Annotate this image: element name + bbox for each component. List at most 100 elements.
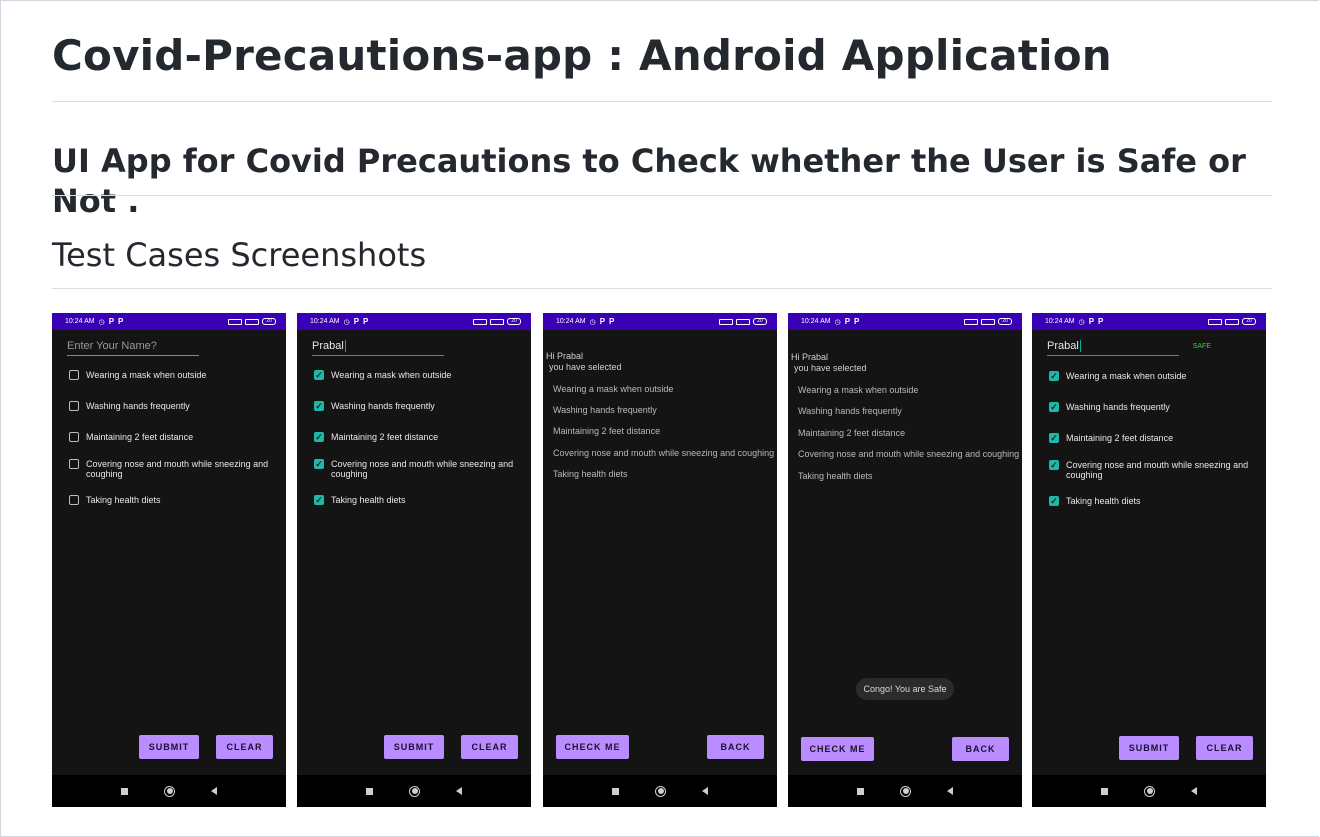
check-me-button[interactable]: CHECK ME bbox=[801, 737, 874, 761]
selected-item: Taking health diets bbox=[798, 471, 873, 481]
app-p-icon: P bbox=[609, 317, 615, 326]
checkbox-diet[interactable]: Taking health diets bbox=[69, 495, 279, 505]
nav-bar bbox=[543, 775, 777, 807]
selected-item: Wearing a mask when outside bbox=[553, 384, 674, 394]
title-divider bbox=[52, 101, 1272, 102]
greeting-text: Hi Prabal bbox=[791, 352, 829, 362]
checkbox-covering[interactable]: ✓ Covering nose and mouth while sneezing … bbox=[314, 459, 524, 479]
selected-label: you have selected bbox=[549, 362, 622, 372]
screenshot-1-empty-form: 10:24 AM ◷ P P 20 Enter Your Name? Wearing … bbox=[52, 313, 286, 807]
checkbox-distance[interactable]: ✓ Maintaining 2 feet distance bbox=[1049, 433, 1259, 443]
battery-icon: 20 bbox=[753, 318, 767, 325]
alarm-icon: ◷ bbox=[98, 318, 105, 326]
checkbox-distance[interactable]: Maintaining 2 feet distance bbox=[69, 432, 279, 442]
recents-icon[interactable] bbox=[366, 787, 373, 795]
signal-icon bbox=[473, 318, 487, 325]
recents-icon[interactable] bbox=[121, 787, 128, 795]
checkbox-checked-icon: ✓ bbox=[1049, 496, 1059, 506]
greeting-text: Hi Prabal bbox=[546, 351, 584, 361]
checkbox-hands[interactable]: Washing hands frequently bbox=[69, 401, 279, 411]
app-p-icon: P bbox=[353, 317, 360, 326]
signal-icon bbox=[1225, 318, 1239, 325]
back-icon[interactable] bbox=[1191, 787, 1197, 795]
home-icon[interactable] bbox=[900, 785, 911, 797]
checkbox-covering[interactable]: ✓ Covering nose and mouth while sneezing … bbox=[1049, 460, 1259, 480]
battery-icon: 20 bbox=[1242, 318, 1256, 325]
recents-icon[interactable] bbox=[1101, 787, 1108, 795]
nav-bar bbox=[297, 775, 531, 807]
checkbox-diet[interactable]: ✓ Taking health diets bbox=[314, 495, 524, 505]
alarm-icon: ◷ bbox=[1078, 318, 1085, 326]
section-divider bbox=[52, 288, 1272, 289]
checkbox-mask[interactable]: ✓ Wearing a mask when outside bbox=[1049, 371, 1259, 381]
clear-button[interactable]: CLEAR bbox=[461, 735, 518, 759]
home-icon[interactable] bbox=[409, 785, 420, 797]
signal-icon bbox=[1208, 318, 1222, 325]
back-icon[interactable] bbox=[947, 787, 953, 795]
screenshot-5-safe-result: 10:24 AM ◷ P P 20 Prabal SAFE ✓ Wearing a ma… bbox=[1032, 313, 1266, 807]
home-icon[interactable] bbox=[164, 785, 175, 797]
submit-button[interactable]: SUBMIT bbox=[384, 735, 444, 759]
checkbox-checked-icon: ✓ bbox=[314, 459, 324, 469]
name-input[interactable]: Prabal bbox=[312, 337, 444, 356]
back-button[interactable]: BACK bbox=[707, 735, 764, 759]
back-icon[interactable] bbox=[211, 787, 217, 795]
screenshot-4-safe-toast: 10:24 AM ◷ P P 20 Hi Prabal you have select… bbox=[788, 313, 1022, 807]
name-input[interactable]: Prabal bbox=[1047, 337, 1179, 356]
checkbox-diet[interactable]: ✓ Taking health diets bbox=[1049, 496, 1259, 506]
app-p-icon: P bbox=[108, 317, 115, 326]
recents-icon[interactable] bbox=[612, 787, 619, 795]
back-icon[interactable] bbox=[702, 787, 708, 795]
back-icon[interactable] bbox=[456, 787, 462, 795]
checkbox-mask[interactable]: ✓ Wearing a mask when outside bbox=[314, 370, 524, 380]
subtitle-divider bbox=[52, 195, 1272, 196]
battery-icon: 20 bbox=[262, 318, 276, 325]
signal-icon bbox=[736, 318, 750, 325]
checkbox-checked-icon: ✓ bbox=[1049, 433, 1059, 443]
checkbox-checked-icon: ✓ bbox=[314, 401, 324, 411]
selected-label: you have selected bbox=[794, 363, 867, 373]
page-subtitle: UI App for Covid Precautions to Check wh… bbox=[52, 142, 1246, 220]
clear-button[interactable]: CLEAR bbox=[1196, 736, 1253, 760]
app-p-icon: P bbox=[118, 317, 124, 326]
checkbox-hands[interactable]: ✓ Washing hands frequently bbox=[314, 401, 524, 411]
app-p-icon: P bbox=[1098, 317, 1104, 326]
checkbox-icon bbox=[69, 459, 79, 469]
alarm-icon: ◷ bbox=[589, 318, 596, 326]
app-p-icon: P bbox=[1088, 317, 1095, 326]
selected-item: Covering nose and mouth while sneezing a… bbox=[798, 449, 1020, 459]
app-p-icon: P bbox=[854, 317, 860, 326]
status-time: 10:24 AM bbox=[801, 318, 831, 325]
home-icon[interactable] bbox=[655, 785, 666, 797]
name-input[interactable]: Enter Your Name? bbox=[67, 337, 199, 356]
nav-bar bbox=[788, 775, 1022, 807]
submit-button[interactable]: SUBMIT bbox=[139, 735, 199, 759]
checkbox-icon bbox=[69, 401, 79, 411]
app-p-icon: P bbox=[844, 317, 851, 326]
signal-icon bbox=[719, 318, 733, 325]
selected-item: Wearing a mask when outside bbox=[798, 385, 919, 395]
selected-item: Washing hands frequently bbox=[798, 406, 902, 416]
selected-item: Maintaining 2 feet distance bbox=[798, 428, 906, 438]
status-bar: 10:24 AM ◷ P P 20 bbox=[52, 313, 286, 330]
checkbox-hands[interactable]: ✓ Washing hands frequently bbox=[1049, 402, 1259, 412]
section-heading: Test Cases Screenshots bbox=[52, 236, 427, 274]
home-icon[interactable] bbox=[1144, 785, 1155, 797]
status-bar: 10:24 AM ◷ P P 20 bbox=[543, 313, 777, 330]
app-p-icon: P bbox=[363, 317, 369, 326]
status-bar: 10:24 AM ◷ P P 20 bbox=[1032, 313, 1266, 330]
submit-button[interactable]: SUBMIT bbox=[1119, 736, 1179, 760]
checkbox-mask[interactable]: Wearing a mask when outside bbox=[69, 370, 279, 380]
text-cursor bbox=[1079, 340, 1081, 353]
signal-icon bbox=[245, 318, 259, 325]
signal-icon bbox=[981, 318, 995, 325]
recents-icon[interactable] bbox=[857, 787, 864, 795]
check-me-button[interactable]: CHECK ME bbox=[556, 735, 629, 759]
back-button[interactable]: BACK bbox=[952, 737, 1009, 761]
checkbox-icon bbox=[69, 432, 79, 442]
clear-button[interactable]: CLEAR bbox=[216, 735, 273, 759]
checkbox-distance[interactable]: ✓ Maintaining 2 feet distance bbox=[314, 432, 524, 442]
checkbox-covering[interactable]: Covering nose and mouth while sneezing a… bbox=[69, 459, 279, 479]
signal-icon bbox=[490, 318, 504, 325]
checkbox-icon bbox=[69, 495, 79, 505]
